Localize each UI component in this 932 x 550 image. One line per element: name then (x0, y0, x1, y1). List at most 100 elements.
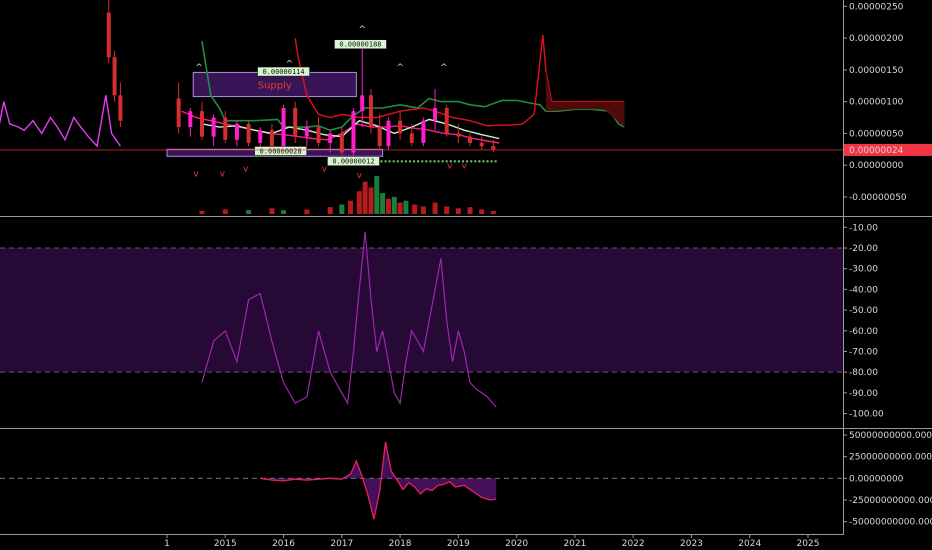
signal-dot (384, 160, 387, 163)
volume-bar (479, 209, 485, 214)
x-tick-label: 2017 (330, 539, 353, 549)
x-tick-label: 2020 (505, 539, 528, 549)
y-tick-label: -70.00 (849, 347, 878, 357)
candle-body (118, 95, 123, 121)
candle-body (112, 57, 117, 96)
y-tick-label: 50000000000.00000000 (849, 431, 932, 441)
volume-bar (327, 207, 333, 214)
candle-body (444, 108, 449, 134)
signal-dot (388, 160, 391, 163)
volume-bar (339, 204, 345, 214)
y-tick-label: 0.00000000 (849, 474, 904, 484)
candle-body (421, 120, 426, 143)
signal-dot (400, 160, 404, 163)
signal-dot (482, 160, 485, 163)
price-annotation: 0.00000012 (332, 158, 374, 166)
volume-bar (455, 208, 461, 214)
signal-dot (441, 160, 444, 163)
candle-body (106, 12, 111, 58)
volume-bar (368, 187, 374, 214)
cloud-fill (545, 69, 625, 128)
signal-dot (478, 160, 481, 163)
x-tick-label: 2018 (389, 539, 412, 549)
buy-marker: ^ (195, 63, 203, 73)
candle-body (409, 133, 414, 143)
candle-body (386, 120, 391, 147)
signal-dot (425, 160, 428, 163)
candle-body (351, 111, 356, 153)
volume-bar (348, 200, 354, 214)
volume-bar (391, 196, 397, 214)
volume-bar (380, 193, 386, 214)
volume-bar (467, 207, 473, 214)
candle-body (269, 130, 274, 147)
price-annotation: 0.00000114 (262, 68, 304, 76)
y-tick-label: 0.00000250 (849, 2, 904, 12)
signal-dot (457, 160, 461, 163)
histogram-panel (0, 441, 843, 520)
volume-bar (444, 206, 450, 214)
indicator-line (0, 95, 121, 148)
y-tick-label: 0.00000100 (849, 98, 904, 108)
x-tick-label: 2021 (563, 539, 586, 549)
x-tick-label: 2025 (797, 539, 820, 549)
histogram-area (260, 442, 497, 519)
y-tick-label: 0.00000000 (849, 161, 904, 171)
volume-bar (281, 210, 287, 214)
price-panel: SupplyDemandvvvvvvv^^^^^0.000001880.0000… (0, 0, 843, 214)
volume-bar (246, 210, 252, 214)
volume-bar (356, 191, 362, 214)
volume-bar (403, 200, 409, 214)
candle-body (176, 98, 181, 128)
zone-label: Supply (258, 80, 292, 91)
candle-body (360, 95, 365, 112)
price-annotation: 0.00000028 (260, 147, 302, 155)
candle-body (398, 120, 403, 134)
volume-bar (222, 209, 228, 214)
signal-dot (474, 160, 477, 163)
candle-body (468, 136, 473, 143)
candle-body (479, 142, 484, 147)
signal-dot (392, 160, 395, 163)
signal-dot (408, 160, 412, 163)
y-tick-label: -90.00 (849, 389, 878, 399)
y-tick-label: -100.00 (849, 410, 884, 420)
candle-body (368, 95, 373, 128)
volume-bar (362, 181, 368, 214)
y-tick-label: -80.00 (849, 368, 878, 378)
volume-bar (304, 209, 310, 214)
indicator-line (201, 118, 500, 140)
candle-body (328, 133, 333, 143)
volume-bar (269, 208, 275, 214)
x-tick-label: 2022 (622, 539, 645, 549)
x-tick-label: 2016 (272, 539, 295, 549)
sell-marker: v (322, 165, 328, 175)
sell-marker: v (462, 161, 468, 171)
candle-body (211, 117, 216, 137)
signal-dot (380, 160, 383, 163)
y-tick-label: -40.00 (849, 285, 878, 295)
signal-dot (490, 160, 493, 163)
candle-body (377, 127, 382, 147)
y-tick-label: -60.00 (849, 327, 878, 337)
x-tick-label: 2015 (214, 539, 237, 549)
volume-bar (199, 210, 205, 214)
y-tick-label: -10.00 (849, 223, 878, 233)
candle-body (234, 123, 239, 140)
candle-body (223, 117, 228, 140)
signal-dot (396, 160, 399, 163)
volume-bar (385, 198, 391, 214)
sell-marker: v (243, 165, 249, 175)
candle-body (281, 108, 286, 147)
signal-dot (469, 160, 473, 163)
x-tick-label: 2019 (447, 539, 470, 549)
y-tick-label: -50.00 (849, 306, 878, 316)
candle-body (188, 111, 193, 128)
candle-body (258, 130, 263, 143)
buy-marker: ^ (440, 63, 448, 73)
candle-body (304, 127, 309, 137)
candle-body (433, 108, 438, 121)
buy-marker: ^ (396, 63, 404, 73)
signal-dot (453, 160, 457, 163)
last-price-label: 0.00000024 (849, 146, 904, 156)
